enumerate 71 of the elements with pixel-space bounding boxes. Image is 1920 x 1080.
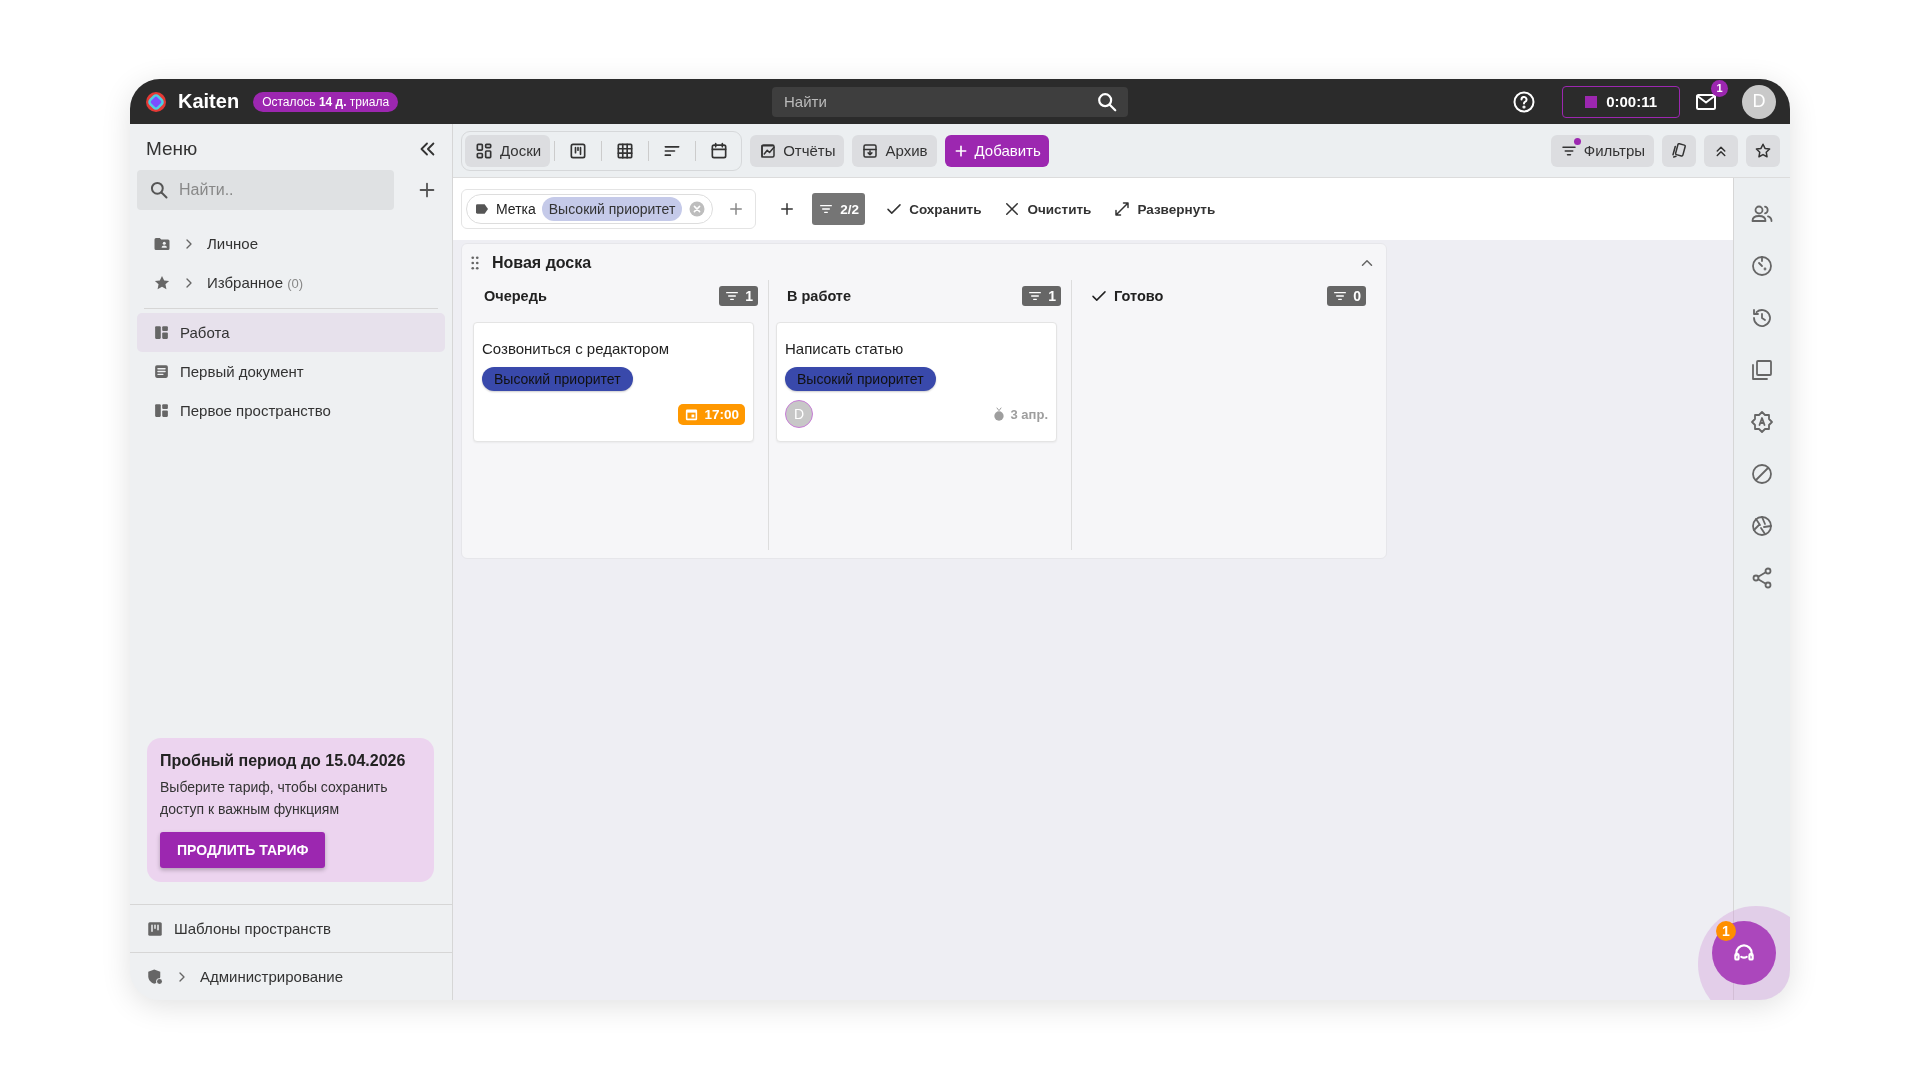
copy-icon[interactable] — [1750, 358, 1774, 382]
expand-icon — [1113, 200, 1132, 218]
clear-button[interactable]: Очистить — [997, 194, 1098, 224]
favorite-button[interactable] — [1746, 134, 1780, 167]
trial-title: Пробный период до 15.04.2026 — [160, 752, 407, 770]
sidebar-section[interactable]: Избранное (0) — [137, 263, 445, 302]
priority-tag: Высокий приоритет — [482, 367, 633, 391]
menu-title: Меню — [146, 138, 198, 160]
block-icon[interactable] — [1750, 462, 1774, 486]
boards-view-tab[interactable]: Доски — [465, 134, 551, 167]
document-icon — [153, 363, 170, 380]
board-icon — [153, 324, 170, 341]
app-name: Kaiten — [178, 90, 240, 113]
card-date: 3 апр. — [990, 406, 1048, 422]
search-field[interactable]: Найти.. — [137, 170, 394, 210]
sidebar-item[interactable]: Первое пространство — [137, 391, 445, 430]
sidebar-item[interactable]: Работа — [137, 313, 445, 352]
badge-icon[interactable] — [1750, 410, 1774, 434]
extend-plan-button[interactable]: ПРОДЛИТЬ ТАРИФ — [160, 832, 326, 868]
timer-button[interactable]: 0:00:11 — [1562, 85, 1680, 118]
sidebar-item[interactable]: Первый документ — [137, 352, 445, 391]
star-icon — [1754, 141, 1772, 160]
add-button[interactable]: Добавить — [944, 134, 1049, 167]
column-title: Готово — [1114, 288, 1165, 304]
due-badge: 17:00 — [678, 403, 745, 425]
card-count-badge: 0 — [1327, 286, 1366, 306]
card-title: Написать статью — [785, 340, 905, 357]
trial-text: Выберите тариф, чтобы сохранить доступ к важным функциям — [160, 778, 389, 819]
notification-badge: 1 — [1711, 79, 1728, 97]
archive-icon — [861, 141, 880, 160]
sidebar-section[interactable]: Личное — [137, 224, 445, 263]
reports-button[interactable]: Отчёты — [750, 134, 845, 167]
stop-icon — [1585, 95, 1598, 108]
filters-button[interactable]: Фильтры — [1550, 134, 1654, 167]
filter-count-button[interactable]: 2/2 — [812, 193, 866, 225]
chart-icon — [759, 141, 778, 160]
trial-badge: Осталось 14 д. триала — [253, 91, 399, 112]
notification-badge: 1 — [1716, 921, 1736, 941]
archive-button[interactable]: Архив — [852, 134, 937, 167]
save-button[interactable]: Сохранить — [879, 194, 988, 224]
shield-icon — [146, 967, 164, 986]
remove-icon — [688, 200, 707, 218]
expand-button[interactable]: Развернуть — [1107, 194, 1222, 224]
search-icon — [1096, 90, 1118, 113]
cards-button[interactable] — [1662, 134, 1696, 167]
share-icon[interactable] — [1750, 566, 1774, 590]
timer-icon[interactable] — [1750, 254, 1774, 278]
tag-value: Высокий приоритет — [541, 197, 683, 221]
column-title: В работе — [787, 288, 853, 304]
card-count-badge: 1 — [1022, 286, 1061, 306]
priority-tag: Высокий приоритет — [785, 367, 936, 391]
collapse-button[interactable] — [1704, 134, 1738, 167]
search-field[interactable]: Найти — [772, 86, 1128, 117]
column-title: Очередь — [484, 288, 548, 304]
board-title: Новая доска — [492, 254, 593, 272]
history-icon[interactable] — [1750, 306, 1774, 330]
task-card[interactable]: Написать статью Высокий приоритет D 3 апр. — [776, 322, 1057, 442]
calendar-icon — [709, 140, 730, 161]
avatar: D — [785, 400, 813, 428]
card-title: Созвониться с редактором — [482, 340, 671, 357]
search-icon — [149, 180, 169, 200]
board-icon — [153, 402, 170, 419]
aperture-icon[interactable] — [1750, 514, 1774, 538]
template-icon — [146, 919, 164, 938]
tag-icon — [474, 201, 490, 217]
card-count-badge: 1 — [719, 286, 758, 306]
cards-icon — [1670, 141, 1688, 160]
task-card[interactable]: Созвониться с редактором Высокий приоритет 17:00 — [473, 322, 754, 442]
sidebar-item[interactable]: Шаблоны пространств — [130, 905, 452, 952]
sidebar-item[interactable]: Администрирование — [130, 953, 452, 1000]
help-icon — [1512, 89, 1537, 114]
